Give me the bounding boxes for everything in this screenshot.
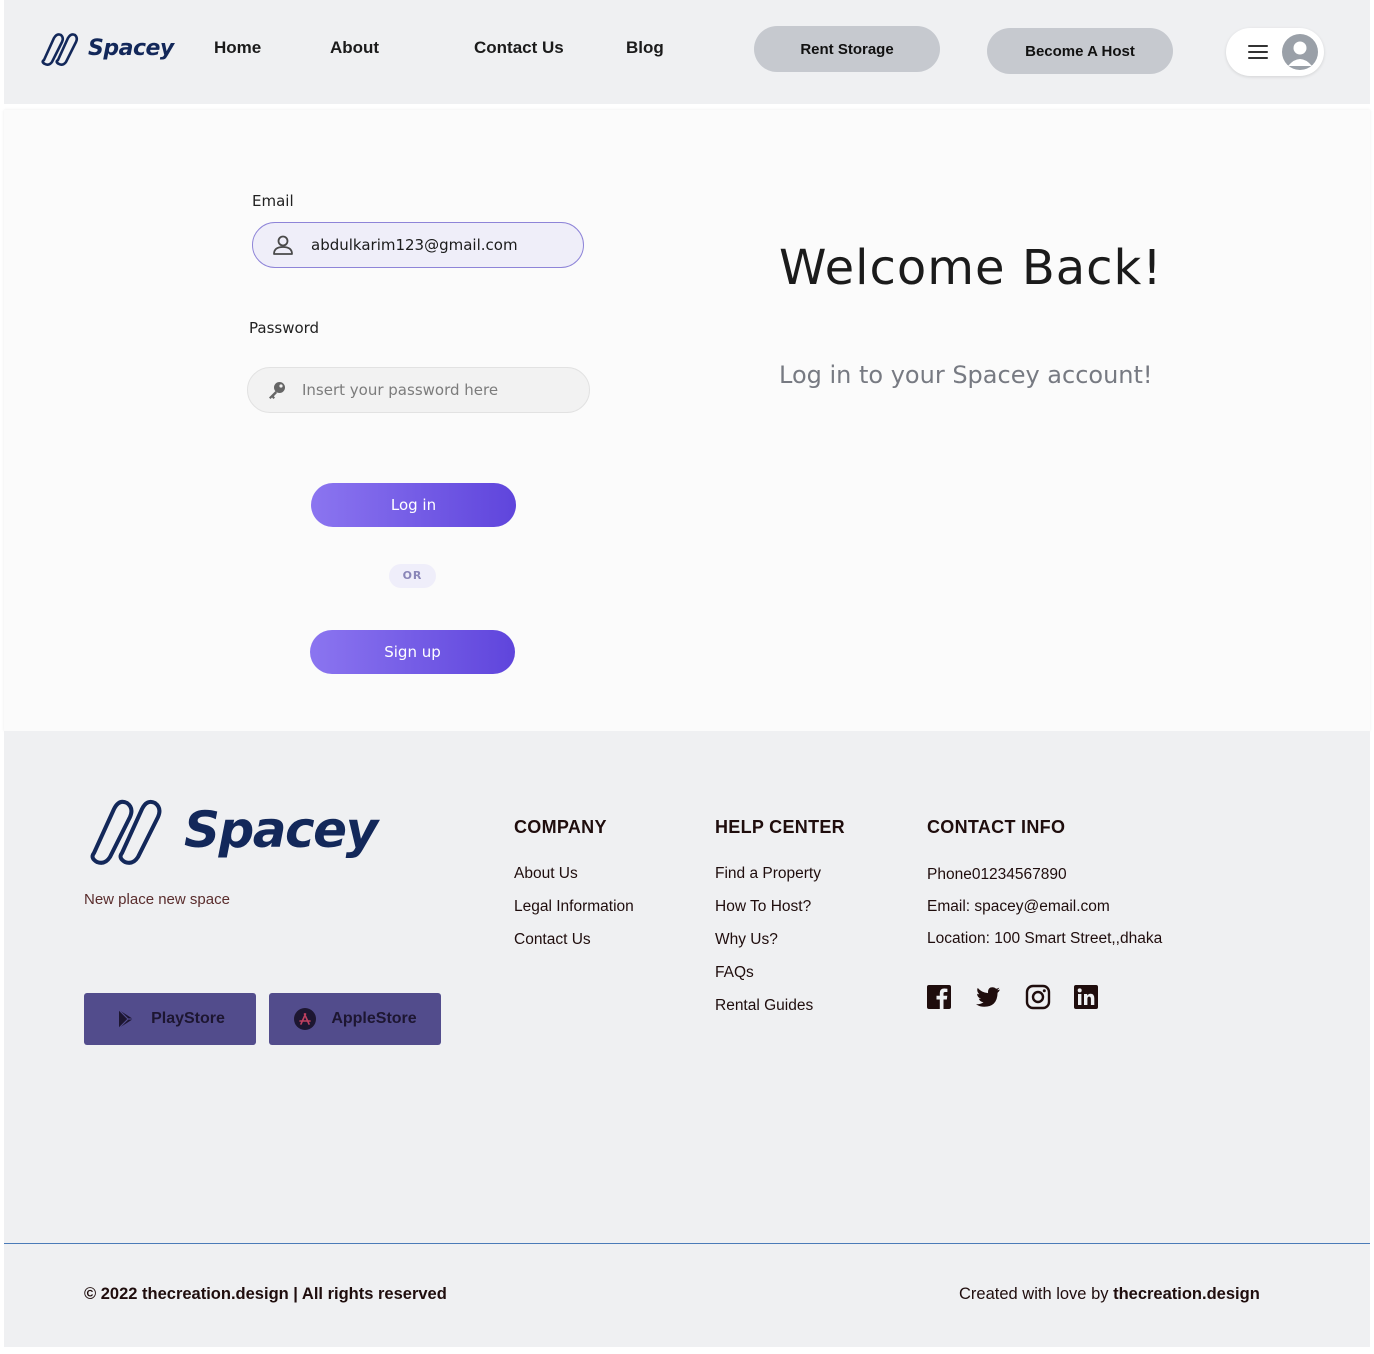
password-label: Password xyxy=(249,319,320,337)
spacey-logo-icon xyxy=(41,33,79,66)
welcome-subtitle: Log in to your Spacey account! xyxy=(779,361,1153,389)
twitter-icon[interactable] xyxy=(975,984,1001,1010)
applestore-button[interactable]: AppleStore xyxy=(269,993,441,1045)
email-label: Email xyxy=(252,192,294,210)
footer-divider xyxy=(4,1243,1370,1244)
email-input[interactable] xyxy=(311,236,571,254)
footer: Spacey New place new space PlayStore App… xyxy=(4,731,1370,1347)
playstore-button[interactable]: PlayStore xyxy=(84,993,256,1045)
nav-about[interactable]: About xyxy=(330,38,379,58)
app-store-icon xyxy=(294,1008,317,1030)
nav-blog[interactable]: Blog xyxy=(626,38,664,58)
contact-location: Location: 100 Smart Street,,dhaka xyxy=(927,930,1163,947)
footer-link-legal-information[interactable]: Legal Information xyxy=(514,898,634,916)
play-store-icon xyxy=(118,1009,134,1029)
contact-info-heading: CONTACT INFO xyxy=(927,817,1066,837)
or-separator: OR xyxy=(389,564,436,588)
credit-brand-link[interactable]: thecreation.design xyxy=(1113,1285,1260,1303)
key-icon xyxy=(269,382,285,399)
brand-logo[interactable]: Spacey xyxy=(38,30,174,66)
user-icon xyxy=(273,235,293,255)
credit-prefix: Created with love by xyxy=(959,1285,1114,1303)
footer-link-why-us[interactable]: Why Us? xyxy=(715,931,778,949)
footer-link-how-to-host[interactable]: How To Host? xyxy=(715,898,811,916)
brand-name: Spacey xyxy=(88,35,174,61)
playstore-label: PlayStore xyxy=(151,1010,225,1027)
linkedin-icon[interactable] xyxy=(1073,984,1099,1010)
copyright-text: © 2022 thecreation.design | All rights r… xyxy=(84,1285,447,1303)
spacey-logo-icon xyxy=(90,799,162,865)
footer-link-faqs[interactable]: FAQs xyxy=(715,964,754,982)
credit-text: Created with love by thecreation.design xyxy=(959,1285,1260,1304)
footer-link-about-us[interactable]: About Us xyxy=(514,865,578,883)
welcome-title: Welcome Back! xyxy=(779,240,1163,296)
hamburger-menu-icon xyxy=(1248,45,1268,59)
login-section: Email Password Log in OR Sign up Welcome… xyxy=(4,110,1370,731)
applestore-label: AppleStore xyxy=(331,1010,417,1027)
user-menu-button[interactable] xyxy=(1226,28,1324,76)
footer-brand-name: Spacey xyxy=(184,801,378,859)
facebook-icon[interactable] xyxy=(926,984,952,1010)
help-center-heading: HELP CENTER xyxy=(715,817,845,837)
contact-phone: Phone01234567890 xyxy=(927,866,1067,883)
company-heading: COMPANY xyxy=(514,817,607,837)
nav-contact-us[interactable]: Contact Us xyxy=(474,38,564,58)
signup-button[interactable]: Sign up xyxy=(310,630,515,674)
user-avatar-icon xyxy=(1282,34,1318,70)
password-input[interactable] xyxy=(302,381,562,399)
login-button[interactable]: Log in xyxy=(311,483,516,527)
email-field-wrapper xyxy=(252,222,584,268)
footer-link-rental-guides[interactable]: Rental Guides xyxy=(715,997,813,1015)
footer-link-find-property[interactable]: Find a Property xyxy=(715,865,821,883)
contact-email: Email: spacey@email.com xyxy=(927,898,1110,915)
password-field-wrapper xyxy=(247,367,590,413)
top-navbar: Spacey Home About Contact Us Blog Rent S… xyxy=(4,0,1370,104)
footer-link-contact-us[interactable]: Contact Us xyxy=(514,931,591,949)
nav-home[interactable]: Home xyxy=(214,38,261,58)
become-host-button[interactable]: Become A Host xyxy=(987,28,1173,74)
footer-brand-logo[interactable]: Spacey xyxy=(82,795,378,865)
instagram-icon[interactable] xyxy=(1025,984,1051,1010)
footer-tagline: New place new space xyxy=(84,891,230,908)
rent-storage-button[interactable]: Rent Storage xyxy=(754,26,940,72)
